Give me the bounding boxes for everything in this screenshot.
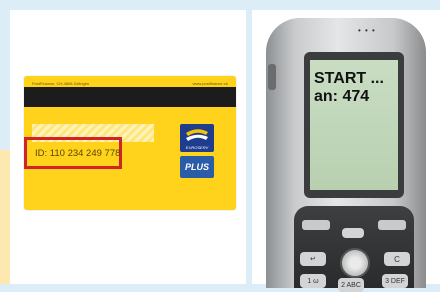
card-header-url: www.postfinance.ch [192,80,228,86]
back-key: ↵ [300,252,326,266]
plus-logo: PLUS [180,156,214,178]
side-button [268,64,276,90]
softkey-right [378,220,406,230]
key-2: 2 ABC [338,278,364,292]
background-strip [0,150,10,284]
screen-line-start: START ... [314,70,384,87]
postfinance-card: PostFinance, CH-4808 Zofingen www.postfi… [24,76,236,210]
euroserv-logo: EUROSERV [180,124,214,152]
card-header-address: PostFinance, CH-4808 Zofingen [32,80,90,86]
keypad: ↵ C 1 ω 2 ABC 3 DEF [294,206,414,292]
phone-screen: START ... an: 474 [310,60,398,190]
menu-key [342,228,364,238]
clear-key: C [384,252,410,266]
card-header: PostFinance, CH-4808 Zofingen www.postfi… [32,79,228,87]
euroserv-label: EUROSERV [185,145,209,150]
magnetic-stripe [24,87,236,107]
key-3: 3 DEF [382,274,408,288]
plus-label: PLUS [184,162,209,172]
softkey-left [302,220,330,230]
mobile-phone: • • • START ... an: 474 ↵ C 1 ω 2 ABC 3 … [266,18,426,292]
navigation-key [340,248,370,278]
screen-line-number: an: 474 [314,88,370,105]
speaker-icon: • • • [358,26,376,35]
key-1: 1 ω [300,274,326,288]
card-id-highlight: ID: 110 234 249 778 [24,137,122,169]
card-id: ID: 110 234 249 778 [35,147,121,159]
